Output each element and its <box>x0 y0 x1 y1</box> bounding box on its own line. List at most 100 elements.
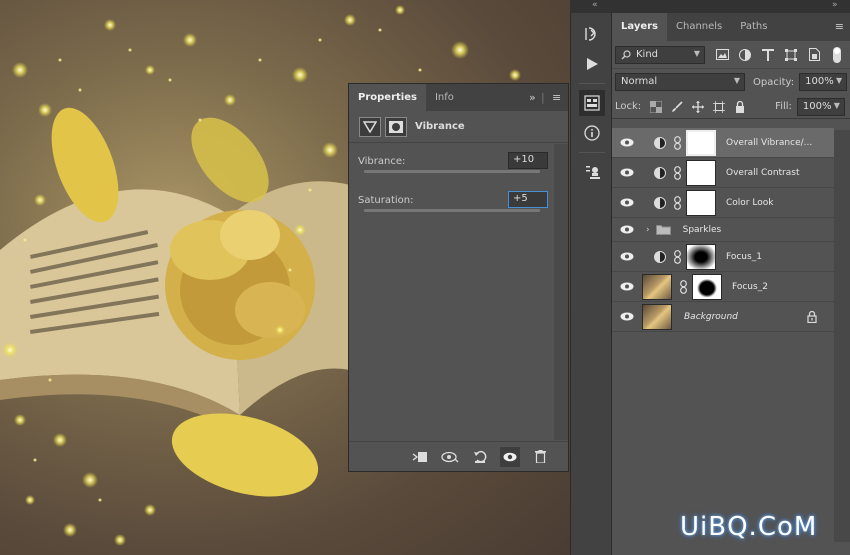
adjustment-layer-icon[interactable] <box>359 116 381 137</box>
actions-play-icon[interactable] <box>579 51 605 77</box>
tab-info[interactable]: Info <box>426 84 463 111</box>
blend-mode-select[interactable]: Normal ▼ <box>615 73 745 91</box>
layer-mask-thumbnail[interactable] <box>692 273 722 300</box>
info-icon[interactable] <box>579 120 605 146</box>
view-previous-state-icon[interactable] <box>440 447 460 467</box>
layer-row-focus-1[interactable]: Focus_1 <box>612 242 834 272</box>
filter-toggle-icon[interactable] <box>830 46 844 63</box>
lock-transparent-icon[interactable] <box>649 100 662 113</box>
lock-all-icon[interactable] <box>733 100 746 113</box>
lock-icon[interactable] <box>807 311 817 323</box>
link-chain-icon[interactable] <box>673 195 681 210</box>
vibrance-input[interactable]: +10 <box>508 152 548 169</box>
layer-mask-icon[interactable] <box>385 116 407 137</box>
expand-dock-icon[interactable]: » <box>832 0 838 10</box>
layer-name: Overall Contrast <box>726 167 800 178</box>
vibrance-slider-track[interactable] <box>364 170 540 173</box>
layers-panel: Layers Channels Paths ≡ Kind ▼ Normal ▼ … <box>612 13 850 555</box>
panel-icon-strip <box>570 13 612 555</box>
layer-row-background[interactable]: Background <box>612 302 834 332</box>
toggle-visibility-icon[interactable] <box>500 446 520 467</box>
history-icon[interactable] <box>579 21 605 47</box>
layer-name: Focus_1 <box>726 251 762 262</box>
adjustment-layer-icon <box>654 196 666 209</box>
layer-thumbnail[interactable] <box>642 273 672 300</box>
tab-channels[interactable]: Channels <box>667 13 731 41</box>
filter-shape-icon[interactable] <box>784 48 798 62</box>
expand-group-chevron-icon[interactable]: › <box>646 225 650 235</box>
filter-kind-select[interactable]: Kind ▼ <box>615 45 705 64</box>
layer-mask-thumbnail[interactable] <box>686 189 716 216</box>
panel-dock-topbar: « » <box>570 0 850 13</box>
strip-divider-2 <box>579 152 605 153</box>
layer-row-overall-contrast[interactable]: Overall Contrast <box>612 158 834 188</box>
lock-paint-brush-icon[interactable] <box>670 100 683 113</box>
lock-artboard-icon[interactable] <box>712 100 725 113</box>
filter-type-icon[interactable] <box>761 48 775 62</box>
lock-move-icon[interactable] <box>691 100 704 113</box>
visibility-eye-icon[interactable] <box>612 198 642 207</box>
layers-scrollbar[interactable] <box>834 130 850 542</box>
properties-tabbar: Properties Info » | ≡ <box>349 84 568 111</box>
reset-adjustment-icon[interactable] <box>470 447 490 467</box>
opacity-input[interactable]: 100% ▼ <box>799 73 848 91</box>
filter-pixel-icon[interactable] <box>715 48 729 62</box>
layer-name: Color Look <box>726 197 774 208</box>
adjustment-header: Vibrance <box>349 111 568 143</box>
chevron-down-icon: ▼ <box>833 100 840 110</box>
layer-mask-thumbnail[interactable] <box>686 243 716 270</box>
search-icon <box>621 49 631 59</box>
link-chain-icon[interactable] <box>673 249 681 264</box>
layer-mask-thumbnail[interactable] <box>686 159 716 186</box>
fill-input[interactable]: 100% ▼ <box>796 97 845 116</box>
filter-kind-value: Kind <box>636 48 659 60</box>
layer-row-overall-vibrance[interactable]: Overall Vibrance/... <box>612 128 834 158</box>
collapse-dock-icon[interactable]: « <box>592 0 598 10</box>
layer-thumbnail[interactable] <box>642 303 672 330</box>
tab-layers[interactable]: Layers <box>612 13 667 41</box>
panel-menu-icon[interactable]: ≡ <box>552 84 561 111</box>
layer-row-focus-2[interactable]: Focus_2 <box>612 272 834 302</box>
visibility-eye-icon[interactable] <box>612 312 642 321</box>
adjustment-layer-icon <box>654 250 666 263</box>
vibrance-label: Vibrance: <box>358 156 406 167</box>
saturation-input[interactable]: +5 <box>508 191 548 208</box>
vibrance-row: Vibrance: +10 <box>358 152 548 180</box>
link-chain-icon[interactable] <box>679 279 687 294</box>
lock-label: Lock: <box>615 101 642 112</box>
properties-panel-icon[interactable] <box>579 90 605 116</box>
tab-paths[interactable]: Paths <box>731 13 776 41</box>
watermark: UiBQ.CoM <box>680 512 818 542</box>
tab-properties[interactable]: Properties <box>349 84 426 111</box>
collapse-panel-button[interactable]: » <box>529 84 536 111</box>
layers-menu-icon[interactable]: ≡ <box>835 13 844 41</box>
clone-source-icon[interactable] <box>579 159 605 185</box>
lock-row: Lock: Fill: 100% ▼ <box>612 95 850 119</box>
chevron-down-icon: ▼ <box>835 76 843 85</box>
properties-panel: Properties Info » | ≡ Vibrance Vibrance:… <box>348 83 569 472</box>
adjustment-layer-icon <box>654 136 666 149</box>
adjustment-layer-icon <box>654 166 666 179</box>
filter-adjustment-icon[interactable] <box>738 48 752 62</box>
visibility-eye-icon[interactable] <box>612 225 642 234</box>
layer-row-sparkles-group[interactable]: › Sparkles <box>612 218 834 242</box>
layer-name: Background <box>684 311 738 322</box>
delete-adjustment-icon[interactable] <box>530 447 550 467</box>
link-chain-icon[interactable] <box>673 135 681 150</box>
blend-mode-value: Normal <box>621 76 658 87</box>
layer-name: Sparkles <box>682 224 722 235</box>
saturation-label: Saturation: <box>358 195 414 206</box>
layer-row-color-look[interactable]: Color Look <box>612 188 834 218</box>
visibility-eye-icon[interactable] <box>612 168 642 177</box>
clip-to-layer-icon[interactable] <box>410 447 430 467</box>
chevron-down-icon: ▼ <box>733 76 740 85</box>
visibility-eye-icon[interactable] <box>612 252 642 261</box>
strip-divider <box>579 83 605 84</box>
filter-smart-object-icon[interactable] <box>807 48 821 62</box>
link-chain-icon[interactable] <box>673 165 681 180</box>
visibility-eye-icon[interactable] <box>612 138 642 147</box>
layer-name: Focus_2 <box>732 281 768 292</box>
layer-mask-thumbnail[interactable] <box>686 129 716 156</box>
visibility-eye-icon[interactable] <box>612 282 642 291</box>
properties-scrollbar[interactable] <box>554 144 568 440</box>
